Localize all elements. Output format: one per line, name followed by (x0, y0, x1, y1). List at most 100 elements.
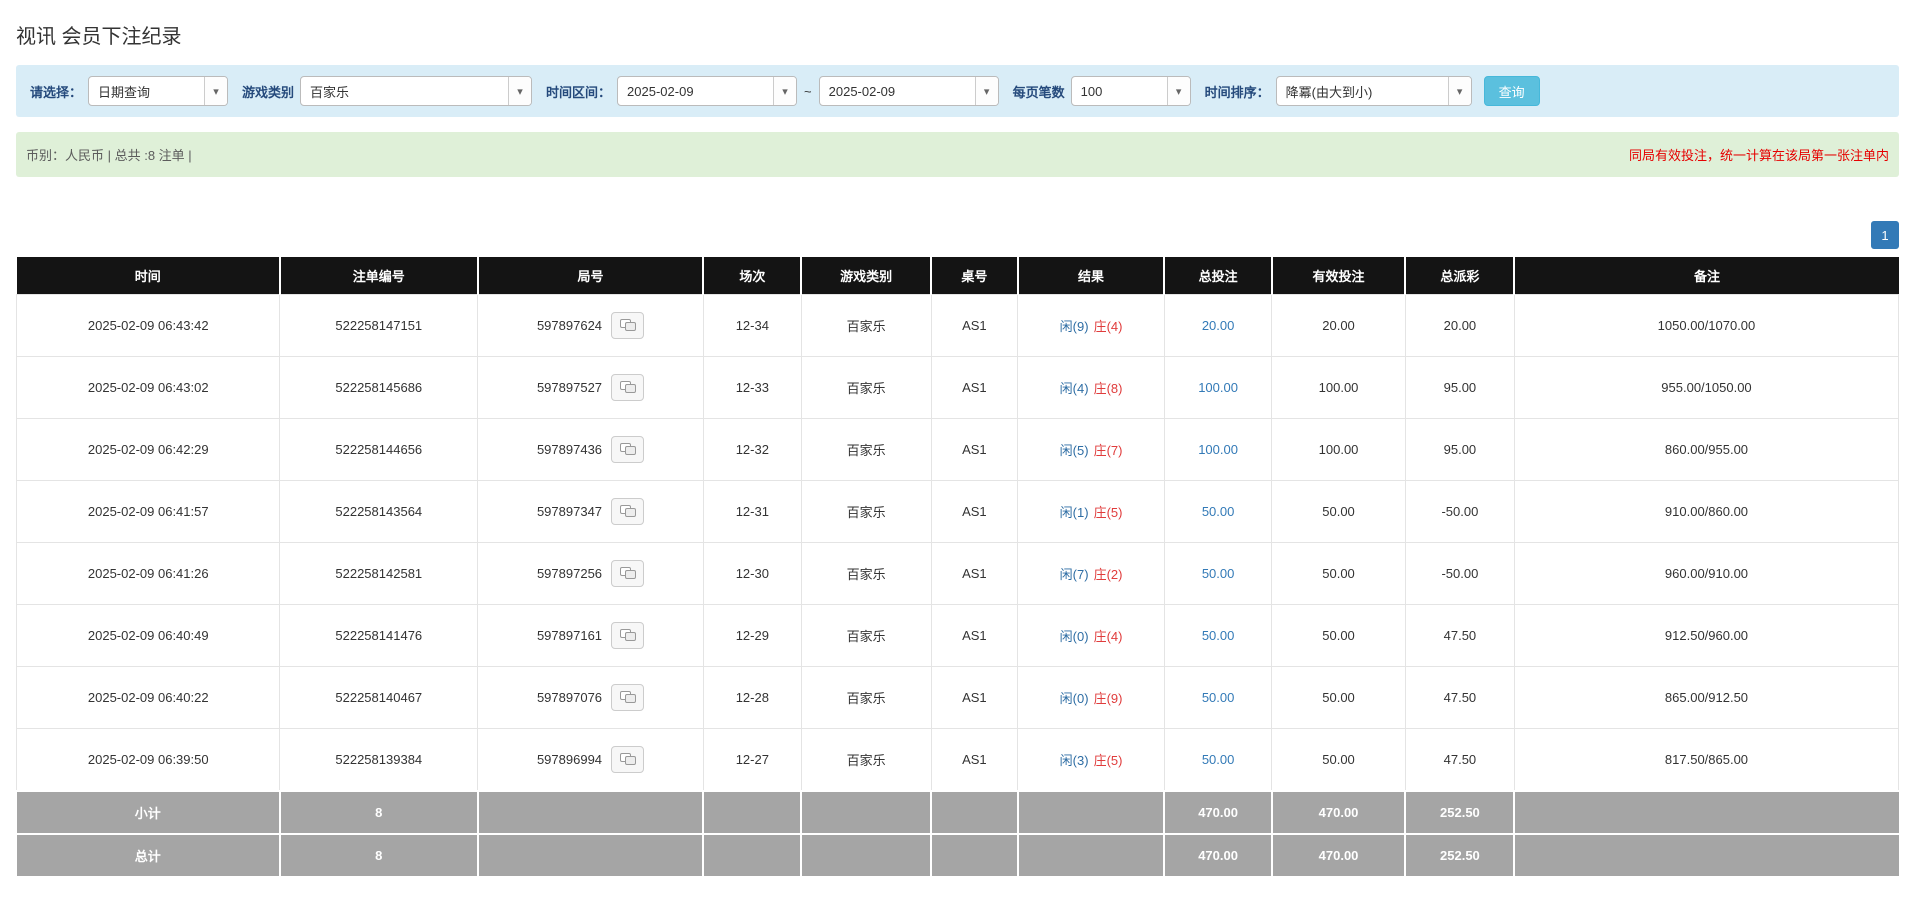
cell-table-no: AS1 (931, 605, 1018, 667)
total-bet-link[interactable]: 50.00 (1202, 566, 1235, 581)
cards-icon (620, 629, 636, 642)
cell-total-bet: 20.00 (1164, 295, 1271, 357)
query-type-select[interactable]: 日期查询 ▾ (88, 76, 228, 106)
cell-game-type: 百家乐 (801, 419, 931, 481)
banker-result: 庄(5) (1094, 753, 1123, 768)
page-size-select[interactable]: 100 ▾ (1071, 76, 1191, 106)
cell-total-bet: 100.00 (1164, 419, 1271, 481)
cell-valid-bet: 20.00 (1272, 295, 1406, 357)
view-result-cards-button[interactable] (611, 746, 644, 773)
cell-session: 12-29 (703, 605, 801, 667)
query-type-value: 日期查询 (89, 77, 204, 105)
cell-time: 2025-02-09 06:43:02 (17, 357, 280, 419)
page-button-1[interactable]: 1 (1871, 221, 1899, 249)
cell-table-no: AS1 (931, 543, 1018, 605)
chevron-down-icon[interactable]: ▾ (1448, 77, 1471, 105)
table-row: 2025-02-09 06:40:22 522258140467 5978970… (17, 667, 1899, 729)
chevron-down-icon[interactable]: ▾ (975, 77, 998, 105)
banker-result: 庄(4) (1094, 319, 1123, 334)
game-type-select[interactable]: 百家乐 ▾ (300, 76, 532, 106)
banker-result: 庄(4) (1094, 629, 1123, 644)
sort-order-select[interactable]: 降冪(由大到小) ▾ (1276, 76, 1472, 106)
game-type-label: 游戏类别 (242, 82, 294, 101)
cell-bet-id: 522258142581 (280, 543, 478, 605)
cell-table-no: AS1 (931, 729, 1018, 792)
view-result-cards-button[interactable] (611, 684, 644, 711)
total-bet-link[interactable]: 50.00 (1202, 752, 1235, 767)
total-bet-link[interactable]: 100.00 (1198, 442, 1238, 457)
view-result-cards-button[interactable] (611, 622, 644, 649)
chevron-down-icon[interactable]: ▾ (773, 77, 796, 105)
page: 视讯 会员下注纪录 请选择： 日期查询 ▾ 游戏类别 百家乐 ▾ 时间区间： 2… (0, 0, 1915, 902)
chevron-down-icon[interactable]: ▾ (1167, 77, 1190, 105)
table-row: 2025-02-09 06:41:57 522258143564 5978973… (17, 481, 1899, 543)
query-type-label: 请选择： (30, 82, 82, 101)
col-round-id: 局号 (478, 257, 704, 295)
cell-bet-id: 522258141476 (280, 605, 478, 667)
cards-icon (620, 567, 636, 580)
betting-records-table: 时间 注单编号 局号 场次 游戏类别 桌号 结果 总投注 有效投注 总派彩 备注… (16, 257, 1899, 878)
sort-order-label: 时间排序： (1205, 82, 1270, 101)
view-result-cards-button[interactable] (611, 436, 644, 463)
cell-table-no: AS1 (931, 419, 1018, 481)
cell-payout: 20.00 (1405, 295, 1514, 357)
table-row: 2025-02-09 06:42:29 522258144656 5978974… (17, 419, 1899, 481)
total-bet-link[interactable]: 50.00 (1202, 628, 1235, 643)
cell-result: 闲(0) 庄(4) (1018, 605, 1165, 667)
view-result-cards-button[interactable] (611, 374, 644, 401)
cell-payout: 47.50 (1405, 605, 1514, 667)
col-session: 场次 (703, 257, 801, 295)
chevron-down-icon[interactable]: ▾ (204, 77, 227, 105)
cell-payout: 47.50 (1405, 667, 1514, 729)
search-button[interactable]: 查询 (1484, 76, 1540, 106)
table-body: 2025-02-09 06:43:42 522258147151 5978976… (17, 295, 1899, 792)
cell-round-id: 597897347 (478, 481, 704, 543)
table-row: 2025-02-09 06:41:26 522258142581 5978972… (17, 543, 1899, 605)
summary-bar: 币别：人民币 | 总共 :8 注单 | 同局有效投注，统一计算在该局第一张注单内 (16, 132, 1899, 177)
date-to-value: 2025-02-09 (820, 77, 975, 105)
cell-remark: 860.00/955.00 (1514, 419, 1898, 481)
cell-round-id: 597896994 (478, 729, 704, 792)
cell-valid-bet: 100.00 (1272, 419, 1406, 481)
cell-bet-id: 522258144656 (280, 419, 478, 481)
view-result-cards-button[interactable] (611, 498, 644, 525)
total-label: 总计 (17, 834, 280, 877)
player-result: 闲(7) (1060, 567, 1089, 582)
total-bet-link[interactable]: 50.00 (1202, 690, 1235, 705)
cell-time: 2025-02-09 06:41:57 (17, 481, 280, 543)
cell-bet-id: 522258145686 (280, 357, 478, 419)
cell-valid-bet: 100.00 (1272, 357, 1406, 419)
page-size-value: 100 (1072, 77, 1167, 105)
cell-table-no: AS1 (931, 295, 1018, 357)
player-result: 闲(5) (1060, 443, 1089, 458)
cell-total-bet: 50.00 (1164, 605, 1271, 667)
total-bet-link[interactable]: 20.00 (1202, 318, 1235, 333)
chevron-down-icon[interactable]: ▾ (508, 77, 531, 105)
view-result-cards-button[interactable] (611, 312, 644, 339)
cards-icon (620, 505, 636, 518)
cell-remark: 960.00/910.00 (1514, 543, 1898, 605)
date-to-input[interactable]: 2025-02-09 ▾ (819, 76, 999, 106)
cell-game-type: 百家乐 (801, 295, 931, 357)
date-from-input[interactable]: 2025-02-09 ▾ (617, 76, 797, 106)
total-count: 8 (280, 834, 478, 877)
cell-payout: 95.00 (1405, 357, 1514, 419)
total-bet-link[interactable]: 100.00 (1198, 380, 1238, 395)
cell-result: 闲(0)庄(9) (1018, 667, 1165, 729)
total-bet-link[interactable]: 50.00 (1202, 504, 1235, 519)
cell-total-bet: 50.00 (1164, 729, 1271, 792)
col-time: 时间 (17, 257, 280, 295)
subtotal-payout: 252.50 (1405, 791, 1514, 834)
view-result-cards-button[interactable] (611, 560, 644, 587)
cell-payout: -50.00 (1405, 543, 1514, 605)
banker-result: 庄(9) (1094, 691, 1123, 706)
cell-payout: 95.00 (1405, 419, 1514, 481)
summary-text: 币别：人民币 | 总共 :8 注单 | (26, 145, 192, 164)
cell-total-bet: 100.00 (1164, 357, 1271, 419)
cell-valid-bet: 50.00 (1272, 543, 1406, 605)
cell-round-id: 597897256 (478, 543, 704, 605)
cell-time: 2025-02-09 06:40:22 (17, 667, 280, 729)
player-result: 闲(3) (1060, 753, 1089, 768)
page-size-label: 每页笔数 (1013, 82, 1065, 101)
player-result: 闲(0) (1060, 629, 1089, 644)
